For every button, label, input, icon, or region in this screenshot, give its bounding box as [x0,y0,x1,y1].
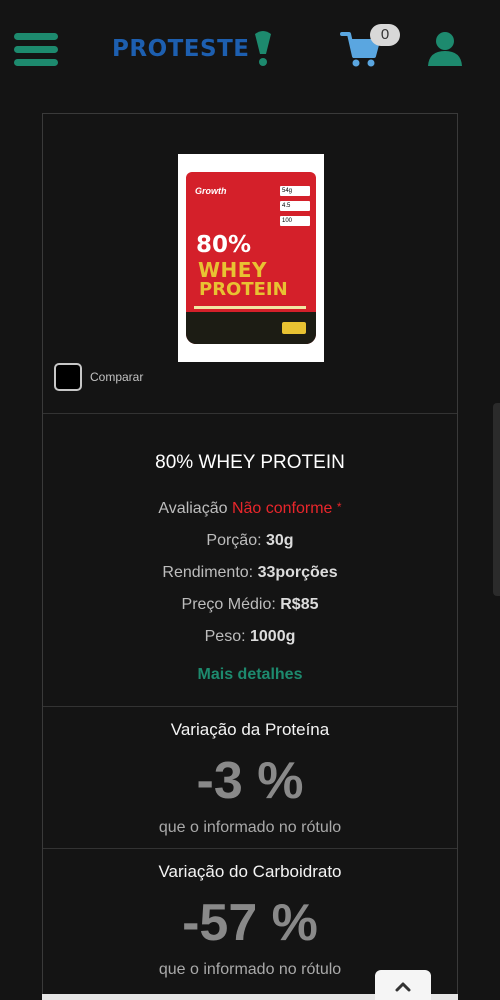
package-line-1: 80% [196,232,252,258]
rating-row: Avaliação Não conforme * [43,500,457,518]
package-tag: 100 [280,216,310,226]
exclamation-logo-icon [252,28,274,70]
user-button[interactable] [426,30,464,68]
product-image[interactable]: Growth 54g 4.5 100 80% WHEY PROTEIN [178,154,324,362]
portion-label: Porção: [206,532,262,549]
weight-value: 1000g [250,628,296,645]
compare-checkbox[interactable] [54,363,82,391]
divider [43,706,457,707]
protein-variation-value: -3 % [196,752,304,810]
portion-value: 30g [266,532,294,549]
portion-row: Porção: 30g [43,532,457,550]
package-stripe [194,306,306,309]
package-tag: 54g [280,186,310,196]
menu-icon[interactable] [14,33,58,67]
user-icon [428,32,462,66]
divider [43,848,457,849]
package-tag: 4.5 [280,201,310,211]
rating-label: Avaliação [158,500,228,517]
proteste-logo[interactable]: PROTESTE [112,28,274,70]
package-line-3: PROTEIN [199,279,288,300]
back-to-top-button[interactable] [375,970,431,1000]
chevron-up-icon [395,982,411,992]
carb-variation-title: Variação do Carboidrato [158,862,342,881]
carb-variation-value: -57 % [182,894,318,952]
package-brand: Growth [195,186,227,196]
logo-text: PROTESTE [112,36,250,62]
price-row: Preço Médio: R$85 [43,596,457,614]
package-tags: 54g 4.5 100 [280,186,310,231]
product-name: 80% WHEY PROTEIN [155,452,345,473]
weight-row: Peso: 1000g [43,628,457,646]
rating-mark: * [336,500,342,514]
weight-label: Peso: [204,628,246,645]
yield-row: Rendimento: 33porções [43,564,457,582]
more-details-link[interactable]: Mais detalhes [43,666,457,684]
compare-label: Comparar [90,370,144,384]
yield-value: 33porções [257,564,338,581]
price-label: Preço Médio: [181,596,276,613]
divider [43,413,457,414]
compare-toggle[interactable]: Comparar [54,363,143,391]
cart-count-badge: 0 [370,24,400,46]
package-bottom [186,312,316,344]
header: PROTESTE 0 [0,0,500,100]
rating-value: Não conforme [231,500,333,517]
protein-variation-title: Variação da Proteína [170,720,330,739]
product-package: Growth 54g 4.5 100 80% WHEY PROTEIN [186,172,316,344]
cart-button[interactable]: 0 [340,24,402,68]
protein-variation-note: que o informado no rótulo [158,819,342,836]
price-value: R$85 [280,596,319,613]
product-card: Growth 54g 4.5 100 80% WHEY PROTEIN Comp… [42,113,458,1000]
yield-label: Rendimento: [162,564,254,581]
scrollbar-thumb[interactable] [493,403,500,596]
